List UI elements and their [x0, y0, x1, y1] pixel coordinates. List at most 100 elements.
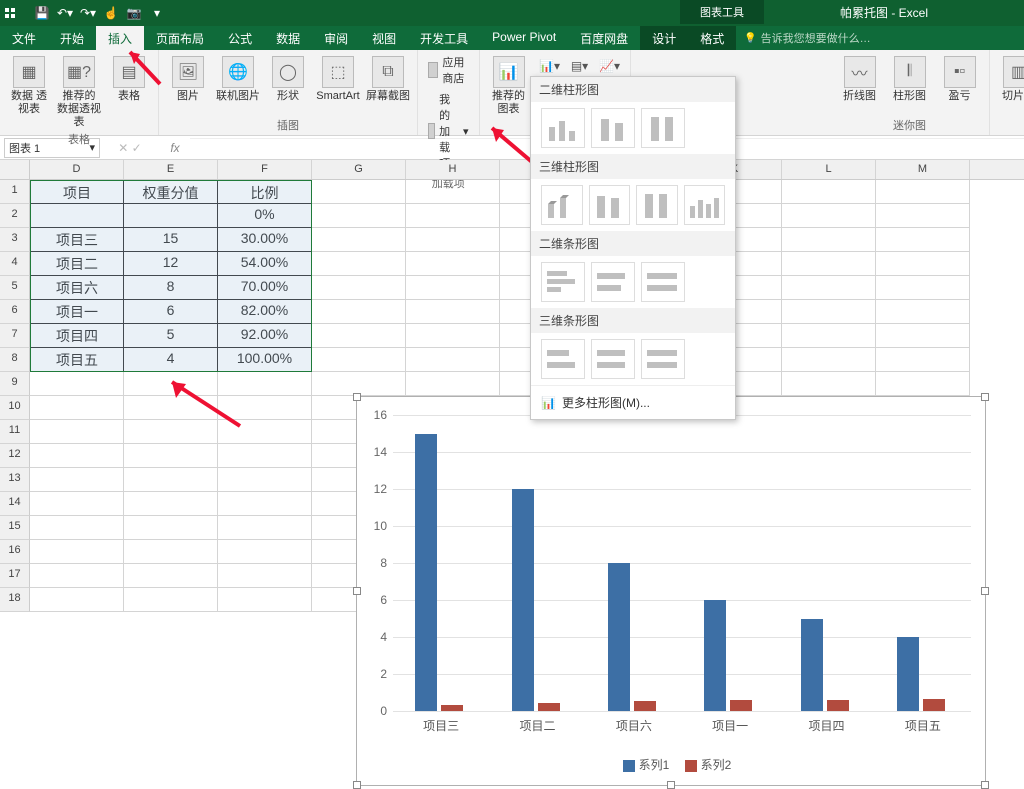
cell[interactable]: 权重分值 [124, 180, 218, 204]
cell[interactable] [782, 324, 876, 348]
cell[interactable] [406, 180, 500, 204]
cell[interactable]: 92.00% [218, 324, 312, 348]
undo-icon[interactable]: ↶▾ [55, 6, 75, 20]
cell[interactable] [876, 180, 970, 204]
cell[interactable] [30, 420, 124, 444]
col-header-F[interactable]: F [218, 160, 312, 179]
row-header-6[interactable]: 6 [0, 300, 30, 324]
cell[interactable]: 70.00% [218, 276, 312, 300]
more-column-charts[interactable]: 📊更多柱形图(M)... [531, 385, 735, 419]
tab-formula[interactable]: 公式 [216, 26, 264, 50]
cell[interactable] [312, 300, 406, 324]
cell[interactable] [782, 228, 876, 252]
cell[interactable] [782, 348, 876, 372]
cell[interactable] [218, 444, 312, 468]
cell[interactable] [406, 276, 500, 300]
row-header-12[interactable]: 12 [0, 444, 30, 468]
sparkline-column-button[interactable]: 𝄃柱形图 [887, 52, 933, 103]
row-header-7[interactable]: 7 [0, 324, 30, 348]
sparkline-winloss-button[interactable]: ▪▫盈亏 [937, 52, 983, 103]
row-header-4[interactable]: 4 [0, 252, 30, 276]
cell[interactable] [124, 516, 218, 540]
tab-layout[interactable]: 页面布局 [144, 26, 216, 50]
cell[interactable] [124, 420, 218, 444]
cell[interactable] [312, 348, 406, 372]
row-header-17[interactable]: 17 [0, 564, 30, 588]
cell[interactable]: 6 [124, 300, 218, 324]
cell[interactable]: 4 [124, 348, 218, 372]
cell[interactable] [406, 348, 500, 372]
cell[interactable]: 5 [124, 324, 218, 348]
cell[interactable] [30, 564, 124, 588]
tab-file[interactable]: 文件 [0, 26, 48, 50]
cell[interactable] [218, 396, 312, 420]
cell[interactable] [30, 444, 124, 468]
stacked-bar-thumb[interactable] [591, 262, 635, 302]
online-pictures-button[interactable]: 🌐联机图片 [215, 52, 261, 103]
cell[interactable] [218, 420, 312, 444]
cell[interactable] [406, 204, 500, 228]
100stacked-column-thumb[interactable] [641, 108, 685, 148]
cell[interactable]: 54.00% [218, 252, 312, 276]
row-header-3[interactable]: 3 [0, 228, 30, 252]
tab-baidu[interactable]: 百度网盘 [568, 26, 640, 50]
col-header-D[interactable]: D [30, 160, 124, 179]
cell[interactable]: 15 [124, 228, 218, 252]
col-header-G[interactable]: G [312, 160, 406, 179]
fx-icon[interactable]: fx [160, 141, 190, 155]
row-header-2[interactable]: 2 [0, 204, 30, 228]
cell[interactable]: 项目二 [30, 252, 124, 276]
cell[interactable] [782, 372, 876, 396]
cell[interactable] [124, 468, 218, 492]
cell[interactable]: 30.00% [218, 228, 312, 252]
cell[interactable] [312, 324, 406, 348]
column-chart-button[interactable]: 📊▾ [536, 56, 564, 76]
recommended-charts-button[interactable]: 📊推荐的 图表 [486, 52, 532, 116]
line-chart-button[interactable]: 📈▾ [596, 56, 624, 76]
tab-home[interactable]: 开始 [48, 26, 96, 50]
cell[interactable] [782, 180, 876, 204]
bar-chart-button[interactable]: ▤▾ [566, 56, 594, 76]
cell[interactable] [406, 300, 500, 324]
tab-powerpivot[interactable]: Power Pivot [480, 26, 568, 50]
cell[interactable] [218, 492, 312, 516]
cell[interactable]: 项目 [30, 180, 124, 204]
cell[interactable] [218, 564, 312, 588]
cell[interactable]: 项目三 [30, 228, 124, 252]
3d-stacked-bar-thumb[interactable] [591, 339, 635, 379]
row-header-10[interactable]: 10 [0, 396, 30, 420]
screenshot-button[interactable]: ⧉屏幕截图 [365, 52, 411, 103]
row-header-13[interactable]: 13 [0, 468, 30, 492]
row-header-1[interactable]: 1 [0, 180, 30, 204]
3d-column-thumb[interactable] [684, 185, 726, 225]
cell[interactable]: 12 [124, 252, 218, 276]
camera-icon[interactable]: 📷 [124, 6, 144, 20]
cell[interactable] [124, 540, 218, 564]
select-all-corner[interactable] [0, 160, 30, 180]
tab-view[interactable]: 视图 [360, 26, 408, 50]
qat-more-icon[interactable]: ▾ [147, 6, 167, 20]
row-header-8[interactable]: 8 [0, 348, 30, 372]
embedded-chart[interactable]: 0246810121416项目三项目二项目六项目一项目四项目五 系列1 系列2 [356, 396, 986, 786]
cell[interactable] [124, 444, 218, 468]
redo-icon[interactable]: ↷▾ [78, 6, 98, 20]
tell-me-search[interactable]: 告诉我您想要做什么… [736, 26, 878, 50]
cell[interactable]: 0% [218, 204, 312, 228]
chart-plot-area[interactable]: 0246810121416项目三项目二项目六项目一项目四项目五 [393, 415, 971, 711]
recommended-pivot-button[interactable]: ▦?推荐的 数据透视表 [56, 52, 102, 129]
cell[interactable] [876, 252, 970, 276]
col-header-H[interactable]: H [406, 160, 500, 179]
cell[interactable] [312, 276, 406, 300]
cell[interactable]: 项目四 [30, 324, 124, 348]
cell[interactable] [406, 228, 500, 252]
cell[interactable] [782, 300, 876, 324]
cell[interactable] [30, 492, 124, 516]
cell[interactable] [406, 252, 500, 276]
cell[interactable] [30, 396, 124, 420]
cell[interactable] [30, 588, 124, 612]
cell[interactable] [876, 276, 970, 300]
stacked-column-thumb[interactable] [591, 108, 635, 148]
3d-100stacked-column-thumb[interactable] [636, 185, 678, 225]
3d-stacked-column-thumb[interactable] [589, 185, 631, 225]
cell[interactable] [218, 468, 312, 492]
